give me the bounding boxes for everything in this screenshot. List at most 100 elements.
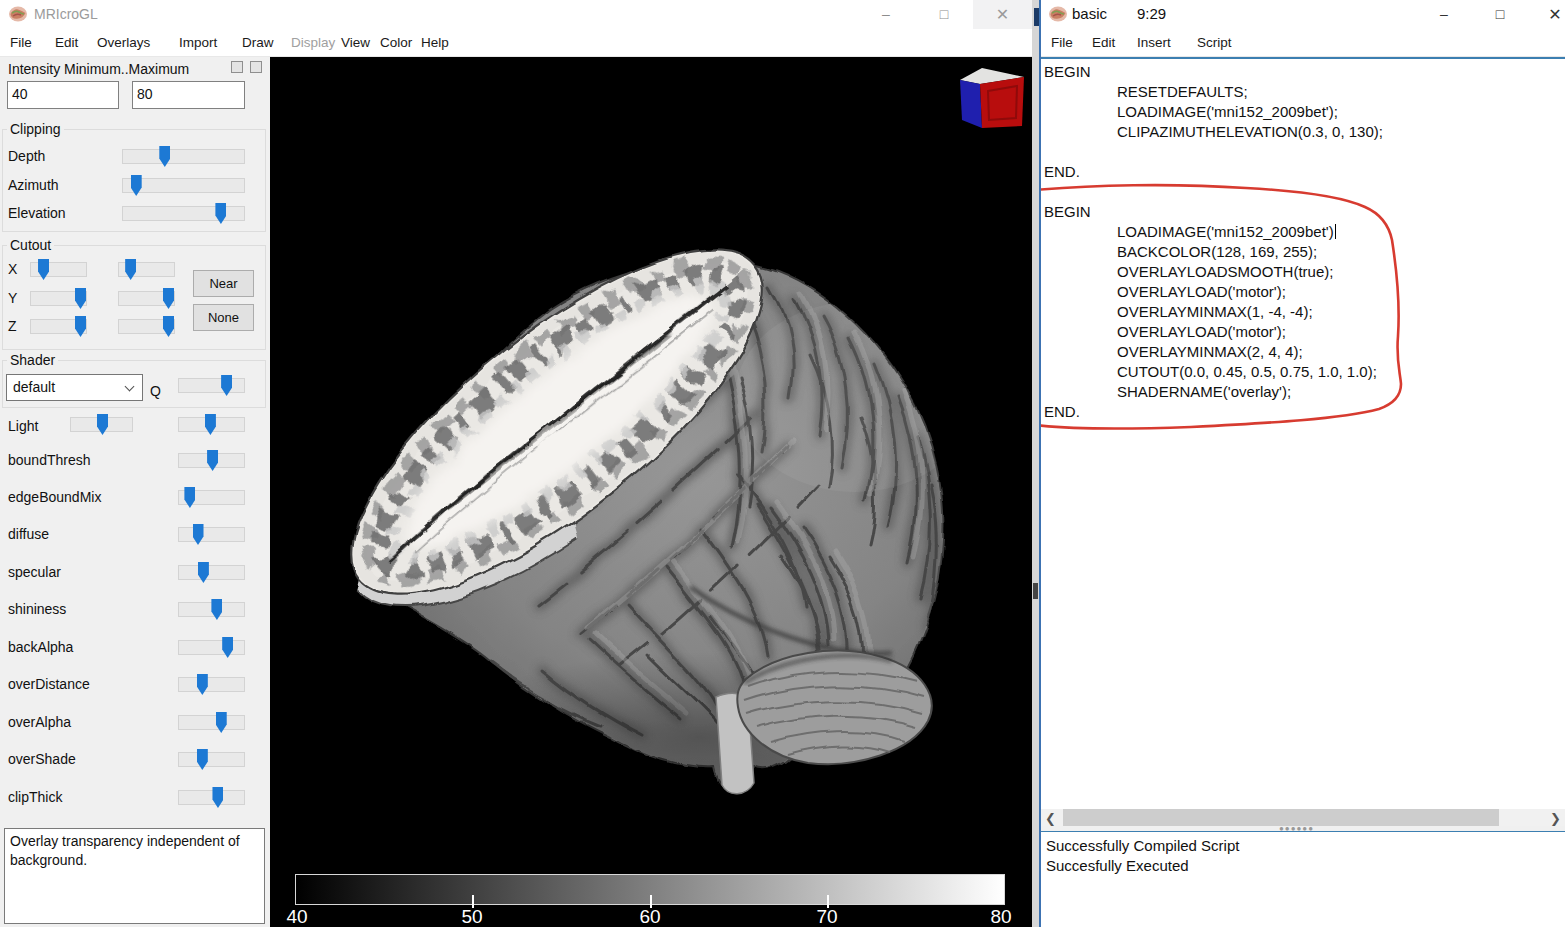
cutout-group-label: Cutout [7,237,54,253]
script-line[interactable]: BEGIN [1041,202,1565,222]
script-line[interactable]: LOADIMAGE('mni152_2009bet') [1041,222,1565,242]
param-label-specular: specular [8,564,61,580]
script-line[interactable]: OVERLAYMINMAX(1, -4, -4); [1041,302,1565,322]
shader-dropdown[interactable]: default [6,374,143,401]
intensity-label: Intensity Minimum..Maximum [8,61,189,77]
script-line[interactable]: OVERLAYLOAD('motor'); [1041,282,1565,302]
script-line[interactable]: CLIPAZIMUTHELEVATION(0.3, 0, 130); [1041,122,1565,142]
mricrogl-menu-help[interactable]: Help [421,29,449,57]
colorbar-label: 50 [461,906,482,927]
info-text-box: Overlay transparency independent of back… [4,828,265,924]
intensity-max-input[interactable]: 80 [132,81,245,109]
clipping-label-elevation: Elevation [8,205,66,221]
param-label-diffuse: diffuse [8,526,49,542]
mricrogl-menu-color[interactable]: Color [380,29,412,57]
mricrogl-menu-display[interactable]: Display [291,29,335,57]
close-button[interactable]: ✕ [1537,0,1565,29]
mricrogl-menu-edit[interactable]: Edit [55,29,78,57]
clipping-depth-track[interactable] [122,149,245,164]
script-line[interactable]: BACKCOLOR(128, 169, 255); [1041,242,1565,262]
none-button[interactable]: None [193,304,254,331]
script-line[interactable]: BEGIN [1041,62,1565,82]
script-menu-edit[interactable]: Edit [1092,29,1115,57]
close-button[interactable]: ✕ [973,0,1032,29]
mricrogl-menu-draw[interactable]: Draw [242,29,274,57]
window-title: basic [1072,5,1107,22]
q-track[interactable] [178,378,245,393]
render-viewport[interactable]: 4050607080 [270,57,1032,927]
brain-icon [1048,4,1068,24]
orientation-cube[interactable] [958,66,1028,131]
window-title: MRIcroGL [34,6,98,22]
param-label-edgeboundmix: edgeBoundMix [8,489,101,505]
mricrogl-window: MRIcroGL – □ ✕ File Edit Overlays Import Dra… [0,0,1032,927]
brain-render [270,57,1032,927]
status-panel: Successfully Compiled ScriptSuccesfully … [1041,833,1565,927]
param-clipthick-track[interactable] [178,790,245,805]
script-menu-insert[interactable]: Insert [1137,29,1171,57]
param-overshade-track[interactable] [178,752,245,767]
param-backalpha-track[interactable] [178,640,245,655]
param-label-shininess: shininess [8,601,66,617]
param-diffuse-track[interactable] [178,527,245,542]
param-overdistance-track[interactable] [178,677,245,692]
window-edge-strip [1032,0,1041,927]
script-line[interactable]: SHADERNAME('overlay'); [1041,382,1565,402]
script-window: basic 9:29 – □ ✕ File Edit Insert Script BE… [1041,0,1565,927]
script-line[interactable]: RESETDEFAULTS; [1041,82,1565,102]
clipping-elevation-track[interactable] [122,206,245,221]
menu-bar: File Edit Insert Script [1041,29,1565,57]
script-editor[interactable]: BEGINRESETDEFAULTS;LOADIMAGE('mni152_200… [1041,57,1565,826]
param-label-overshade: overShade [8,751,76,767]
param-specular-track[interactable] [178,565,245,580]
param-label-overdistance: overDistance [8,676,90,692]
maximize-button[interactable]: □ [1477,0,1523,29]
titlebar[interactable]: basic 9:29 – □ ✕ [1041,0,1565,29]
control-panel: Intensity Minimum..Maximum 40 80 Clippin… [0,57,270,927]
cutout-label-z: Z [8,318,17,334]
script-line[interactable]: OVERLAYLOADSMOOTH(true); [1041,262,1565,282]
intensity-checkbox-2[interactable] [250,61,262,73]
script-line[interactable] [1041,182,1565,202]
script-line[interactable]: LOADIMAGE('mni152_2009bet'); [1041,102,1565,122]
script-line[interactable]: END. [1041,402,1565,422]
shader-group-label: Shader [7,352,58,368]
script-line[interactable]: END. [1041,162,1565,182]
script-menu-file[interactable]: File [1051,29,1073,57]
param-label-clipthick: clipThick [8,789,62,805]
splitter-handle[interactable]: ●●●●●● [1041,826,1565,832]
param-label-overalpha: overAlpha [8,714,71,730]
colorbar-label: 80 [990,906,1011,927]
clipping-group-label: Clipping [7,121,64,137]
script-menu-script[interactable]: Script [1197,29,1232,57]
minimize-button[interactable]: – [863,0,909,29]
cutout-label-y: Y [8,290,17,306]
menu-bar: File Edit Overlays Import Draw DisplayView Col… [0,29,1032,57]
param-label-boundthresh: boundThresh [8,452,91,468]
status-line: Succesfully Executed [1041,856,1565,876]
text-caret [1335,224,1336,239]
script-line[interactable]: CUTOUT(0.0, 0.45, 0.5, 0.75, 1.0, 1.0); [1041,362,1565,382]
mricrogl-menu-file[interactable]: File [10,29,32,57]
intensity-min-input[interactable]: 40 [7,81,119,109]
maximize-button[interactable]: □ [921,0,967,29]
mricrogl-menu-view[interactable]: View [341,29,370,57]
titlebar[interactable]: MRIcroGL – □ ✕ [0,0,1032,29]
chevron-down-icon [125,382,135,392]
colorbar-label: 40 [286,906,307,927]
script-line[interactable] [1041,142,1565,162]
param-overalpha-track[interactable] [178,715,245,730]
script-line[interactable]: OVERLAYLOAD('motor'); [1041,322,1565,342]
cutout-label-x: X [8,261,17,277]
minimize-button[interactable]: – [1421,0,1467,29]
q-label: Q [150,383,161,399]
status-line: Successfully Compiled Script [1041,836,1565,856]
mricrogl-menu-import[interactable]: Import [179,29,217,57]
mricrogl-menu-overlays[interactable]: Overlays [97,29,150,57]
near-button[interactable]: Near [193,270,254,297]
param-label-backalpha: backAlpha [8,639,73,655]
script-line[interactable]: OVERLAYMINMAX(2, 4, 4); [1041,342,1565,362]
clipping-label-depth: Depth [8,148,45,164]
shader-dropdown-value: default [13,379,55,395]
intensity-checkbox-1[interactable] [231,61,243,73]
